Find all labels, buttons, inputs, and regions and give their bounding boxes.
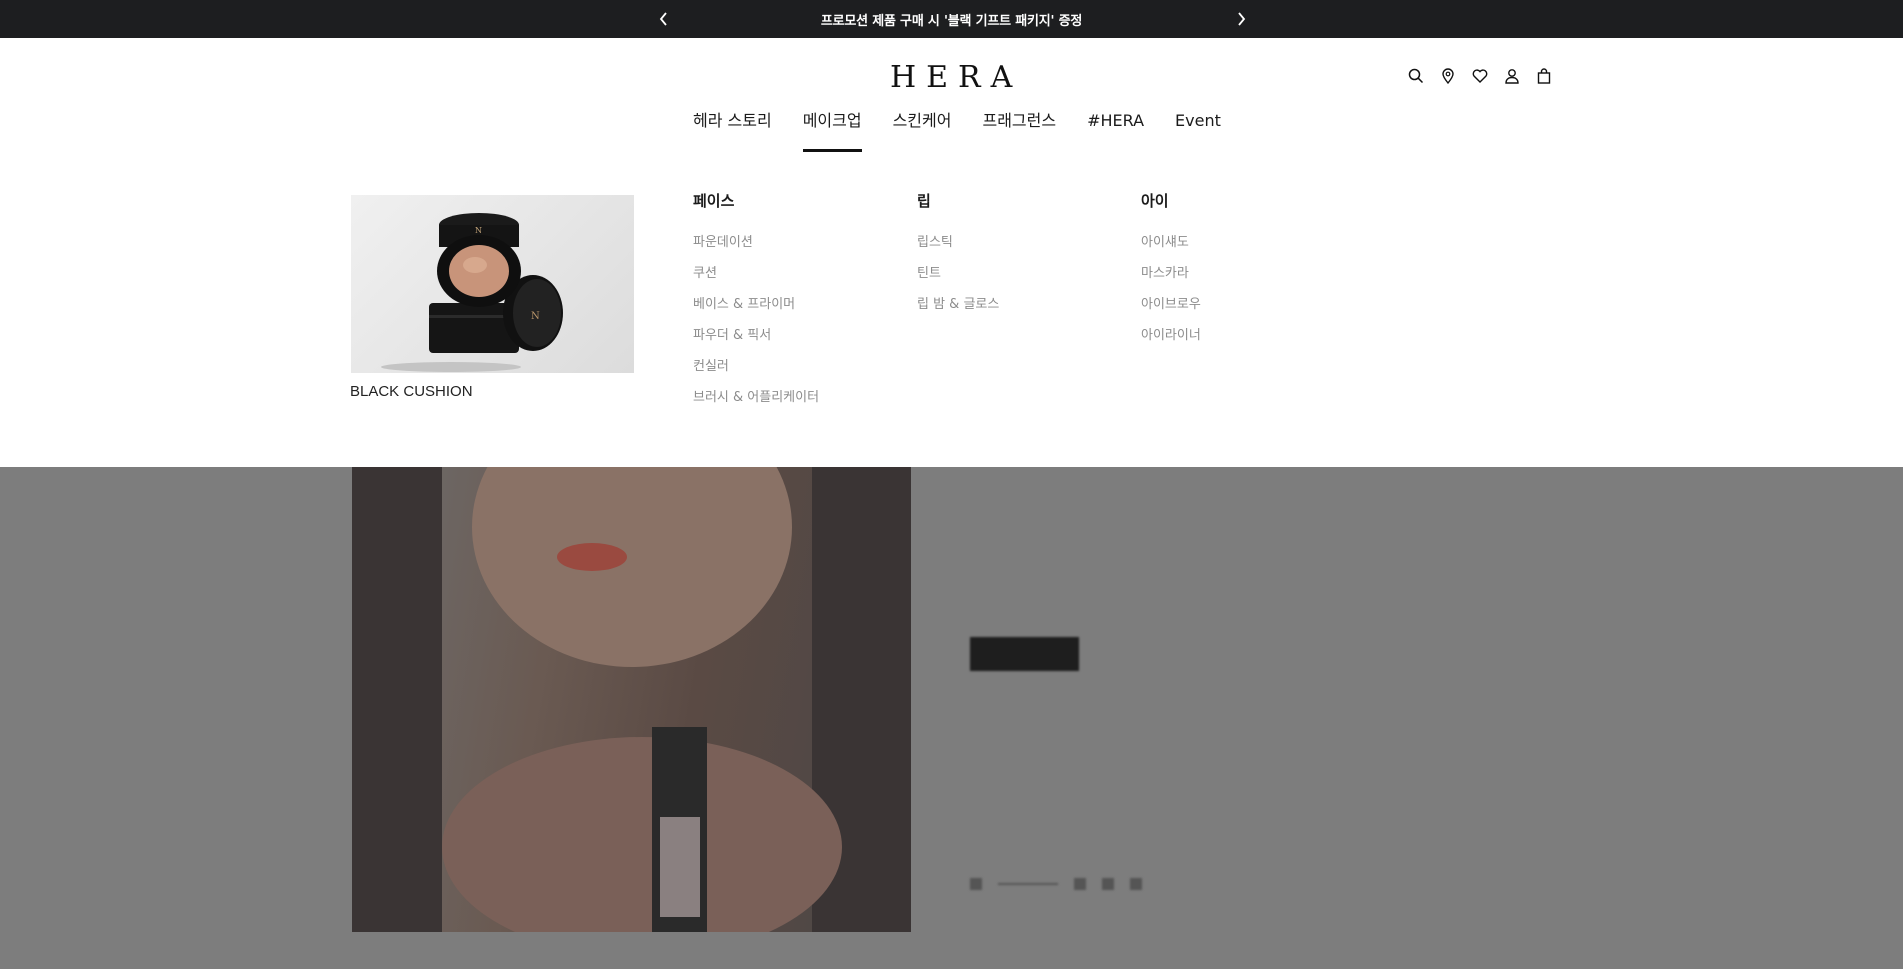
menu-column-title[interactable]: 아이: [1141, 191, 1201, 211]
promo-message[interactable]: 프로모션 제품 구매 시 '블랙 기프트 패키지' 증정: [821, 10, 1082, 29]
main-navigation: 헤라 스토리 메이크업 스킨케어 프래그런스 #HERA Event: [693, 110, 1252, 152]
svg-text:N: N: [531, 311, 540, 322]
menu-column-eye: 아이 아이섀도 마스카라 아이브로우 아이라이너: [1141, 191, 1201, 351]
hero-cta-button[interactable]: [970, 637, 1079, 671]
hero-headline-line: [967, 528, 981, 576]
pager-dot[interactable]: [1074, 878, 1086, 890]
nav-item-hera-story[interactable]: 헤라 스토리: [693, 110, 772, 152]
menu-link-powder-fixer[interactable]: 파우더 & 픽서: [693, 320, 819, 351]
site-header: HERA 헤라 스토리 메이크업 스킨케어 프래그런스 #HERA Event: [0, 38, 1903, 467]
nav-item-skincare[interactable]: 스킨케어: [893, 110, 952, 152]
mega-menu-promo-image[interactable]: N N: [351, 195, 634, 373]
menu-column-title[interactable]: 페이스: [693, 191, 819, 211]
nav-item-makeup[interactable]: 메이크업: [802, 110, 862, 152]
menu-column-title[interactable]: 립: [917, 191, 999, 211]
promo-bar: 프로모션 제품 구매 시 '블랙 기프트 패키지' 증정: [0, 0, 1903, 38]
hero-pager: [970, 878, 1142, 890]
menu-link-lip-balm-gloss[interactable]: 립 밤 & 글로스: [917, 289, 999, 320]
svg-text:N: N: [475, 226, 482, 235]
cushion-product-image: N N: [381, 213, 563, 372]
search-button[interactable]: [1406, 66, 1426, 86]
utility-icons: [1406, 66, 1554, 86]
shopping-bag-icon: [1537, 68, 1551, 84]
mega-menu-promo-label[interactable]: BLACK CUSHION: [350, 383, 473, 400]
menu-link-eyeshadow[interactable]: 아이섀도: [1141, 227, 1201, 258]
nav-item-fragrance[interactable]: 프래그런스: [982, 110, 1056, 152]
hero-headline-line: [967, 480, 981, 528]
menu-link-base-primer[interactable]: 베이스 & 프라이머: [693, 289, 819, 320]
pager-pause-button[interactable]: [970, 878, 982, 890]
promo-prev-button[interactable]: [654, 9, 674, 29]
nav-item-hashtag-hera[interactable]: #HERA: [1087, 110, 1144, 152]
hero-subtitle: [967, 596, 981, 615]
pager-dot[interactable]: [1130, 878, 1142, 890]
hero-copy: [967, 480, 981, 615]
store-locator-button[interactable]: [1438, 66, 1458, 86]
promo-next-button[interactable]: [1231, 9, 1251, 29]
heart-icon: [1472, 69, 1488, 83]
menu-link-mascara[interactable]: 마스카라: [1141, 258, 1201, 289]
pager-dot[interactable]: [1102, 878, 1114, 890]
cart-button[interactable]: [1534, 66, 1554, 86]
nav-item-event[interactable]: Event: [1175, 110, 1221, 152]
hera-logo[interactable]: HERA: [890, 60, 1022, 96]
location-pin-icon: [1442, 68, 1454, 84]
menu-link-lipstick[interactable]: 립스틱: [917, 227, 999, 258]
menu-link-concealer[interactable]: 컨실러: [693, 351, 819, 382]
wishlist-button[interactable]: [1470, 66, 1490, 86]
menu-link-foundation[interactable]: 파운데이션: [693, 227, 819, 258]
menu-link-eyebrow[interactable]: 아이브로우: [1141, 289, 1201, 320]
chevron-right-icon: [1238, 12, 1246, 26]
my-account-button[interactable]: [1502, 66, 1522, 86]
menu-column-face: 페이스 파운데이션 쿠션 베이스 & 프라이머 파우더 & 픽서 컨실러 브러시…: [693, 191, 819, 413]
menu-link-cushion[interactable]: 쿠션: [693, 258, 819, 289]
menu-link-eyeliner[interactable]: 아이라이너: [1141, 320, 1201, 351]
menu-link-tint[interactable]: 틴트: [917, 258, 999, 289]
menu-link-brush-applicator[interactable]: 브러시 & 어플리케이터: [693, 382, 819, 413]
search-icon: [1408, 68, 1424, 84]
hero-image: [352, 467, 911, 932]
pager-progress: [998, 883, 1058, 885]
menu-column-lip: 립 립스틱 틴트 립 밤 & 글로스: [917, 191, 999, 320]
user-icon: [1505, 69, 1519, 84]
chevron-left-icon: [659, 12, 667, 26]
